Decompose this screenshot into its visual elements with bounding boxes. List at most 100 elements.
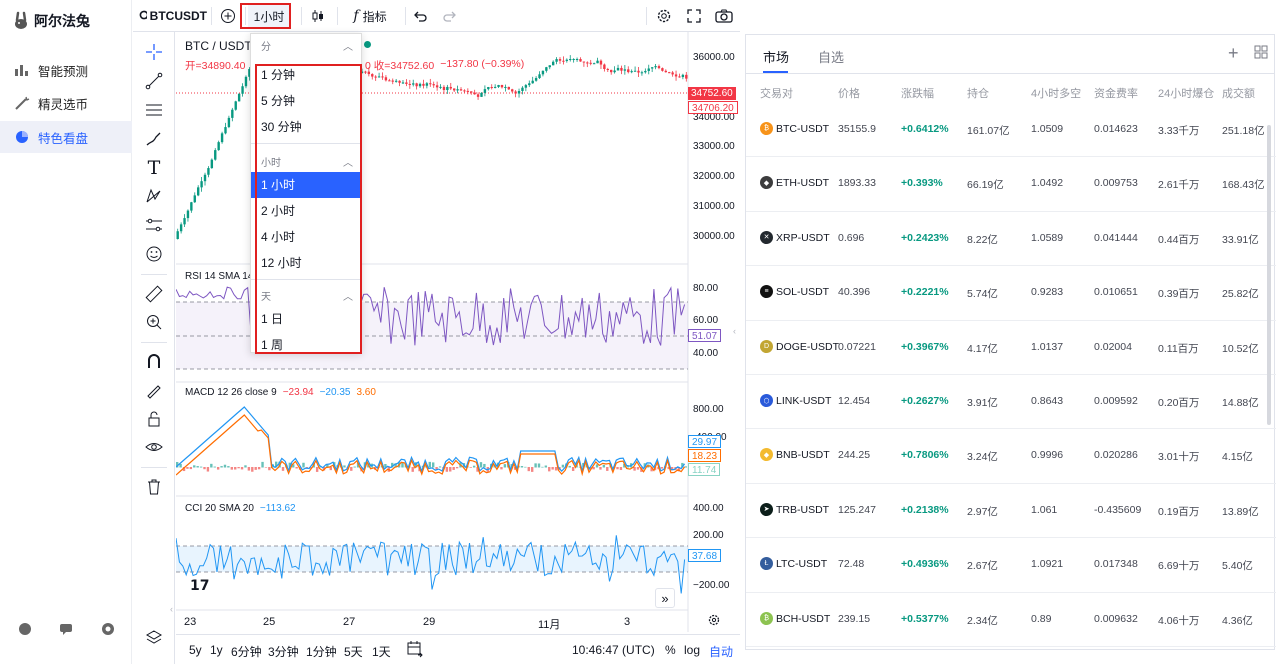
range-5y[interactable]: 5y (189, 643, 202, 657)
column-header[interactable]: 成交额 (1222, 85, 1255, 101)
range-1m[interactable]: 1分钟 (306, 643, 337, 660)
rsi-axis-label: 40.00 (693, 348, 719, 359)
column-header[interactable]: 涨跌幅 (901, 85, 934, 101)
candle-body (388, 80, 391, 82)
candle-body (470, 91, 473, 93)
axis-settings-button[interactable] (708, 614, 720, 629)
pattern-tool[interactable] (142, 184, 166, 208)
candle-body (459, 89, 463, 91)
sidebar-item-featured-board[interactable]: 特色看盘 (0, 121, 132, 153)
object-tree-button[interactable] (142, 626, 166, 650)
visibility-tool[interactable] (142, 435, 166, 459)
github-icon[interactable] (16, 620, 34, 638)
log-toggle[interactable]: log (684, 643, 700, 657)
magnet-tool[interactable] (142, 349, 166, 373)
crosshair-tool[interactable] (142, 40, 166, 64)
more-button[interactable] (1254, 45, 1268, 62)
percent-toggle[interactable]: % (665, 643, 676, 657)
tradingview-logo[interactable]: 17 (190, 578, 209, 594)
column-header[interactable]: 24小时爆仓 (1158, 85, 1214, 101)
macd-histogram-bar (445, 467, 449, 472)
candle-body (678, 76, 681, 78)
table-row[interactable]: ✕ XRP-USDT 0.696 +0.2423% 8.22亿 1.0589 0.04144… (746, 212, 1276, 267)
column-header[interactable]: 资金费率 (1094, 85, 1138, 101)
expand-toolbar-handle[interactable]: ‹ (170, 604, 178, 618)
column-header[interactable]: 持仓 (967, 85, 989, 101)
macd-legend: MACD 12 26 close 9 −23.94 −20.35 3.60 (185, 387, 376, 398)
auto-toggle[interactable]: 自动 (709, 643, 733, 660)
brand[interactable]: 阿尔法兔 (12, 8, 90, 34)
fullscreen-button[interactable] (683, 4, 705, 28)
macd-histogram-bar (544, 465, 548, 468)
range-5d[interactable]: 5天 (344, 643, 363, 660)
trendline-icon (145, 72, 163, 90)
macd-histogram-bar (469, 467, 472, 468)
fib-tool[interactable] (142, 98, 166, 122)
brush-tool[interactable] (142, 127, 166, 151)
macd-histogram-bar (520, 466, 524, 468)
utc-clock[interactable]: 10:46:47 (UTC) (572, 643, 655, 657)
zoom-tool[interactable] (142, 310, 166, 334)
dropdown-section-minutes[interactable]: 分 ︿ (251, 34, 361, 56)
sidebar-item-smart-prediction[interactable]: 智能预测 (0, 54, 132, 86)
screenshot-button[interactable] (713, 4, 735, 28)
table-row[interactable]: D DOGE-USDT 0.07221 +0.3967% 4.17亿 1.0137 0.02… (746, 321, 1276, 375)
ruler-tool[interactable] (142, 282, 166, 306)
macd-histogram-bar (210, 463, 213, 468)
table-row[interactable]: ≡ SOL-USDT 40.396 +0.2221% 5.74亿 0.9283 0.0106… (746, 266, 1276, 321)
candle-body (176, 231, 179, 239)
sidebar-item-coin-selection[interactable]: 精灵选币 (0, 87, 132, 119)
table-row[interactable]: ₿ BTC-USDT 35155.9 +0.6412% 161.07亿 1.0509 0.0… (746, 103, 1276, 158)
symbol-search-button[interactable]: BTCUSDT (139, 4, 207, 28)
lock-tool[interactable] (142, 407, 166, 431)
redo-button[interactable] (439, 4, 461, 28)
table-row[interactable]: Ł LTC-USDT 72.48 +0.4936% 2.67亿 1.0921 0.01734… (746, 538, 1276, 593)
sidebar-item-label: 精灵选币 (38, 97, 89, 112)
indicators-button[interactable]: f 指标 (345, 4, 395, 28)
range-1y[interactable]: 1y (210, 643, 223, 657)
delete-tool[interactable] (142, 475, 166, 499)
undo-button[interactable] (409, 4, 431, 28)
draw-mode-tool[interactable] (142, 378, 166, 402)
column-header[interactable]: 价格 (838, 85, 860, 101)
collapse-panel-handle[interactable]: ‹ (733, 326, 741, 340)
compare-add-button[interactable] (217, 4, 239, 28)
chat-icon[interactable] (57, 620, 75, 638)
ohlc-open: 开=34890.40 (185, 58, 245, 73)
macd-histogram-bar (315, 467, 319, 472)
cell-vol: 33.91亿 (1222, 233, 1259, 246)
table-row[interactable]: ◆ ETH-USDT 1893.33 +0.393% 66.19亿 1.0492 0.009… (746, 157, 1276, 212)
cell-fund: 0.009632 (1094, 612, 1138, 625)
candle-body (398, 80, 401, 83)
pencil-lock-icon (147, 385, 161, 399)
trendline-tool[interactable] (142, 69, 166, 93)
scroll-to-realtime-button[interactable]: » (655, 588, 675, 608)
time-axis-label: 25 (263, 616, 276, 628)
cci-title: CCI 20 SMA 20 (185, 503, 254, 514)
scrollbar-thumb[interactable] (1267, 125, 1271, 425)
search-icon (139, 10, 147, 20)
column-header[interactable]: 4小时多空 (1031, 85, 1081, 101)
cell-ls: 0.9283 (1031, 286, 1064, 299)
table-row[interactable]: ➤ TRB-USDT 125.247 +0.2138% 2.97亿 1.061 -0.435… (746, 484, 1276, 539)
emoji-tool[interactable] (142, 242, 166, 266)
macd-histogram-bar (343, 465, 346, 468)
tab-market[interactable]: 市场 (763, 47, 789, 66)
tab-favorites[interactable]: 自选 (818, 47, 844, 66)
candle-body (422, 83, 425, 86)
text-tool[interactable]: T (142, 156, 166, 180)
add-button[interactable]: + (1228, 43, 1239, 64)
goto-date-button[interactable] (406, 640, 424, 661)
table-row[interactable]: ₿ BCH-USDT 239.15 +0.5377% 2.34亿 0.89 0.009632… (746, 593, 1276, 647)
range-6m[interactable]: 6分钟 (231, 643, 262, 660)
range-1d[interactable]: 1天 (372, 643, 391, 660)
settings-circle-icon[interactable] (99, 620, 117, 638)
column-header[interactable]: 交易对 (760, 85, 793, 101)
table-row[interactable]: ⬡ LINK-USDT 12.454 +0.2627% 3.91亿 0.8643 0.009… (746, 375, 1276, 430)
range-3m[interactable]: 3分钟 (268, 643, 299, 660)
measure-tool[interactable] (142, 213, 166, 237)
rabbit-logo-icon (15, 11, 27, 29)
chart-type-button[interactable] (307, 4, 329, 28)
table-row[interactable]: ◆ BNB-USDT 244.25 +0.7806% 3.24亿 0.9996 0.0202… (746, 429, 1276, 484)
chart-settings-button[interactable] (653, 4, 675, 28)
